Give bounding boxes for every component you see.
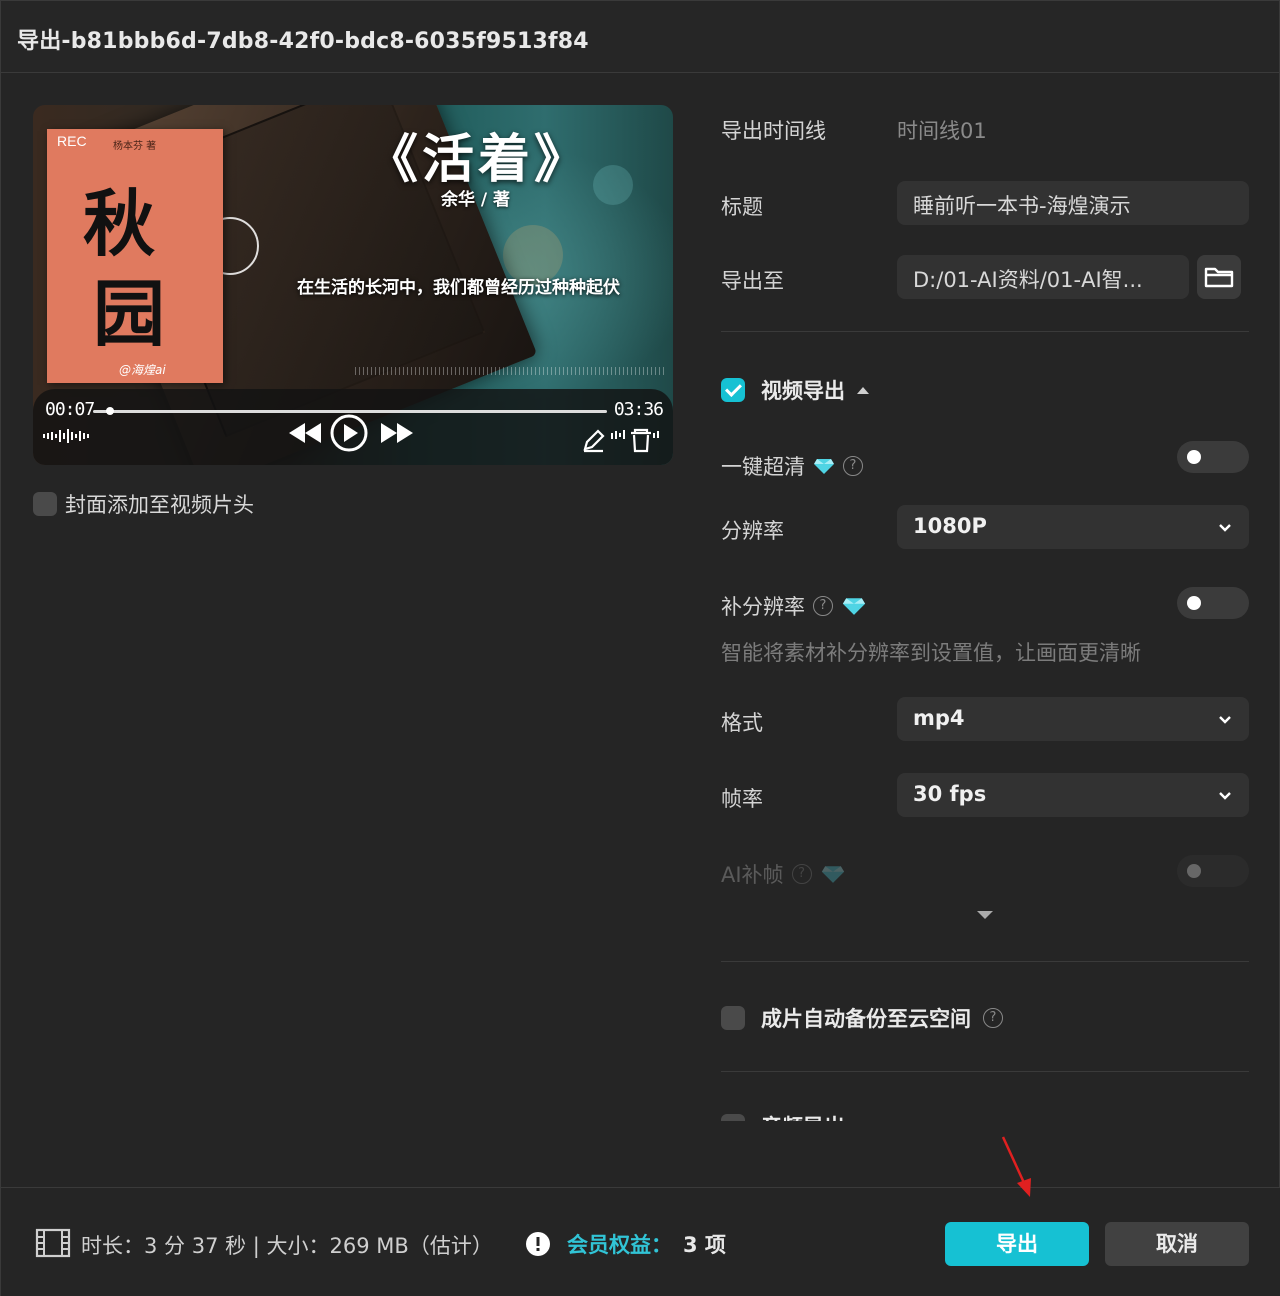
- audio-waveform: [355, 367, 665, 375]
- waveform-icon: [43, 429, 89, 443]
- audio-export-option[interactable]: 音频导出: [721, 1111, 845, 1121]
- one-click-hd-row: 一键超清 ?: [721, 451, 863, 481]
- cover-to-intro-checkbox[interactable]: [33, 492, 57, 516]
- export-button[interactable]: 导出: [945, 1222, 1089, 1266]
- one-click-hd-label: 一键超清: [721, 455, 805, 479]
- cover-char-2: 园: [93, 271, 166, 356]
- export-to-label: 导出至: [721, 269, 784, 293]
- alert-icon[interactable]: [525, 1231, 551, 1257]
- one-click-hd-toggle[interactable]: [1177, 441, 1249, 473]
- player-controls: 00:07 03:36: [33, 389, 673, 465]
- folder-icon: [1204, 267, 1234, 288]
- rewind-icon[interactable]: [287, 419, 323, 447]
- play-icon[interactable]: [329, 413, 369, 453]
- export-path-value: D:/01-AI资料/01-AI智...: [913, 268, 1143, 292]
- ai-frame-label: AI补帧: [721, 863, 784, 887]
- film-icon: [35, 1228, 71, 1258]
- help-icon[interactable]: ?: [791, 864, 812, 884]
- ai-frame-row: AI补帧 ?: [721, 851, 1249, 891]
- vip-diamond-icon: [842, 598, 866, 615]
- supplement-resolution-row: 补分辨率 ?: [721, 591, 867, 621]
- title-label: 标题: [721, 195, 763, 219]
- format-select[interactable]: mp4: [897, 697, 1249, 741]
- video-quote: 在生活的长河中，我们都曾经历过种种起伏: [297, 278, 620, 298]
- dialog-title: 导出-b81bbb6d-7db8-42f0-bdc8-6035f9513f84: [17, 29, 589, 54]
- dialog-footer: 时长：3 分 37 秒 | 大小：269 MB（估计） 会员权益： 3 项 导出…: [1, 1187, 1280, 1296]
- timeline-value: 时间线01: [897, 119, 987, 143]
- duration-size-info: 时长：3 分 37 秒 | 大小：269 MB（估计）: [81, 1234, 493, 1258]
- delete-icon: [631, 428, 651, 453]
- divider: [721, 1071, 1249, 1072]
- cover-to-intro-option[interactable]: 封面添加至视频片头: [33, 489, 254, 519]
- supplement-resolution-label: 补分辨率: [721, 595, 805, 619]
- edit-icon: [583, 429, 605, 453]
- cloud-backup-option[interactable]: 成片自动备份至云空间 ?: [721, 1003, 1003, 1033]
- vip-diamond-icon: [814, 459, 834, 474]
- divider: [721, 331, 1249, 332]
- divider: [721, 961, 1249, 962]
- frame-rate-label: 帧率: [721, 787, 763, 811]
- progress-knob[interactable]: [106, 407, 115, 415]
- cover-signature: @海煌ai: [119, 363, 166, 377]
- timeline-label: 导出时间线: [721, 119, 826, 143]
- video-title: 《活着》: [365, 129, 590, 190]
- supplement-resolution-hint: 智能将素材补分辨率到设置值，让画面更清晰: [721, 641, 1141, 665]
- help-icon[interactable]: ?: [983, 1008, 1003, 1028]
- help-icon[interactable]: ?: [813, 596, 833, 616]
- resolution-select[interactable]: 1080P: [897, 505, 1249, 549]
- cancel-button[interactable]: 取消: [1105, 1222, 1249, 1266]
- audio-export-checkbox[interactable]: [721, 1114, 745, 1121]
- current-time: 00:07: [45, 399, 95, 420]
- annotation-arrow: [1001, 1136, 1031, 1197]
- video-author: 余华 / 著: [441, 190, 511, 210]
- cloud-backup-checkbox[interactable]: [721, 1006, 745, 1030]
- video-preview: REC 杨本芬 著 秋 园 @海煌ai 《活着》 余华 / 著 在生活的长河中，…: [33, 105, 673, 465]
- help-icon[interactable]: ?: [843, 456, 863, 476]
- resolution-label: 分辨率: [721, 519, 784, 543]
- export-settings-panel: 导出时间线 时间线01 标题 睡前听一本书-海煌演示 导出至 D:/01-AI资…: [721, 81, 1249, 1121]
- frame-rate-value: 30 fps: [913, 782, 987, 806]
- ai-frame-toggle[interactable]: [1177, 855, 1249, 887]
- export-path-field[interactable]: D:/01-AI资料/01-AI智...: [897, 255, 1189, 299]
- supplement-resolution-toggle[interactable]: [1177, 587, 1249, 619]
- member-benefits-count[interactable]: 3 项: [683, 1229, 726, 1259]
- browse-folder-button[interactable]: [1197, 255, 1241, 299]
- caret-up-icon[interactable]: [855, 384, 871, 396]
- total-time: 03:36: [613, 399, 664, 420]
- video-export-label: 视频导出: [761, 379, 845, 403]
- video-export-section[interactable]: 视频导出: [721, 375, 871, 405]
- chevron-down-icon: [1219, 792, 1231, 800]
- frame-rate-select[interactable]: 30 fps: [897, 773, 1249, 817]
- member-benefits-link[interactable]: 会员权益：: [567, 1229, 672, 1259]
- edit-delete-tools: [583, 428, 659, 453]
- title-input[interactable]: 睡前听一本书-海煌演示: [897, 181, 1249, 225]
- resolution-value: 1080P: [913, 514, 987, 538]
- video-export-checkbox[interactable]: [721, 378, 745, 402]
- title-input-value: 睡前听一本书-海煌演示: [913, 194, 1131, 218]
- audio-export-label: 音频导出: [761, 1111, 845, 1121]
- format-label: 格式: [721, 711, 763, 735]
- chevron-down-icon: [1219, 524, 1231, 532]
- export-dialog: 导出-b81bbb6d-7db8-42f0-bdc8-6035f9513f84 …: [0, 0, 1280, 1296]
- chevron-down-icon: [1219, 716, 1231, 724]
- cloud-backup-label: 成片自动备份至云空间: [761, 1007, 971, 1031]
- cover-to-intro-label: 封面添加至视频片头: [65, 493, 254, 517]
- title-bar: 导出-b81bbb6d-7db8-42f0-bdc8-6035f9513f84: [1, 1, 1279, 73]
- format-value: mp4: [913, 706, 965, 730]
- vip-diamond-icon: [821, 866, 844, 883]
- expand-more-icon[interactable]: [975, 909, 995, 921]
- fast-forward-icon[interactable]: [379, 419, 415, 447]
